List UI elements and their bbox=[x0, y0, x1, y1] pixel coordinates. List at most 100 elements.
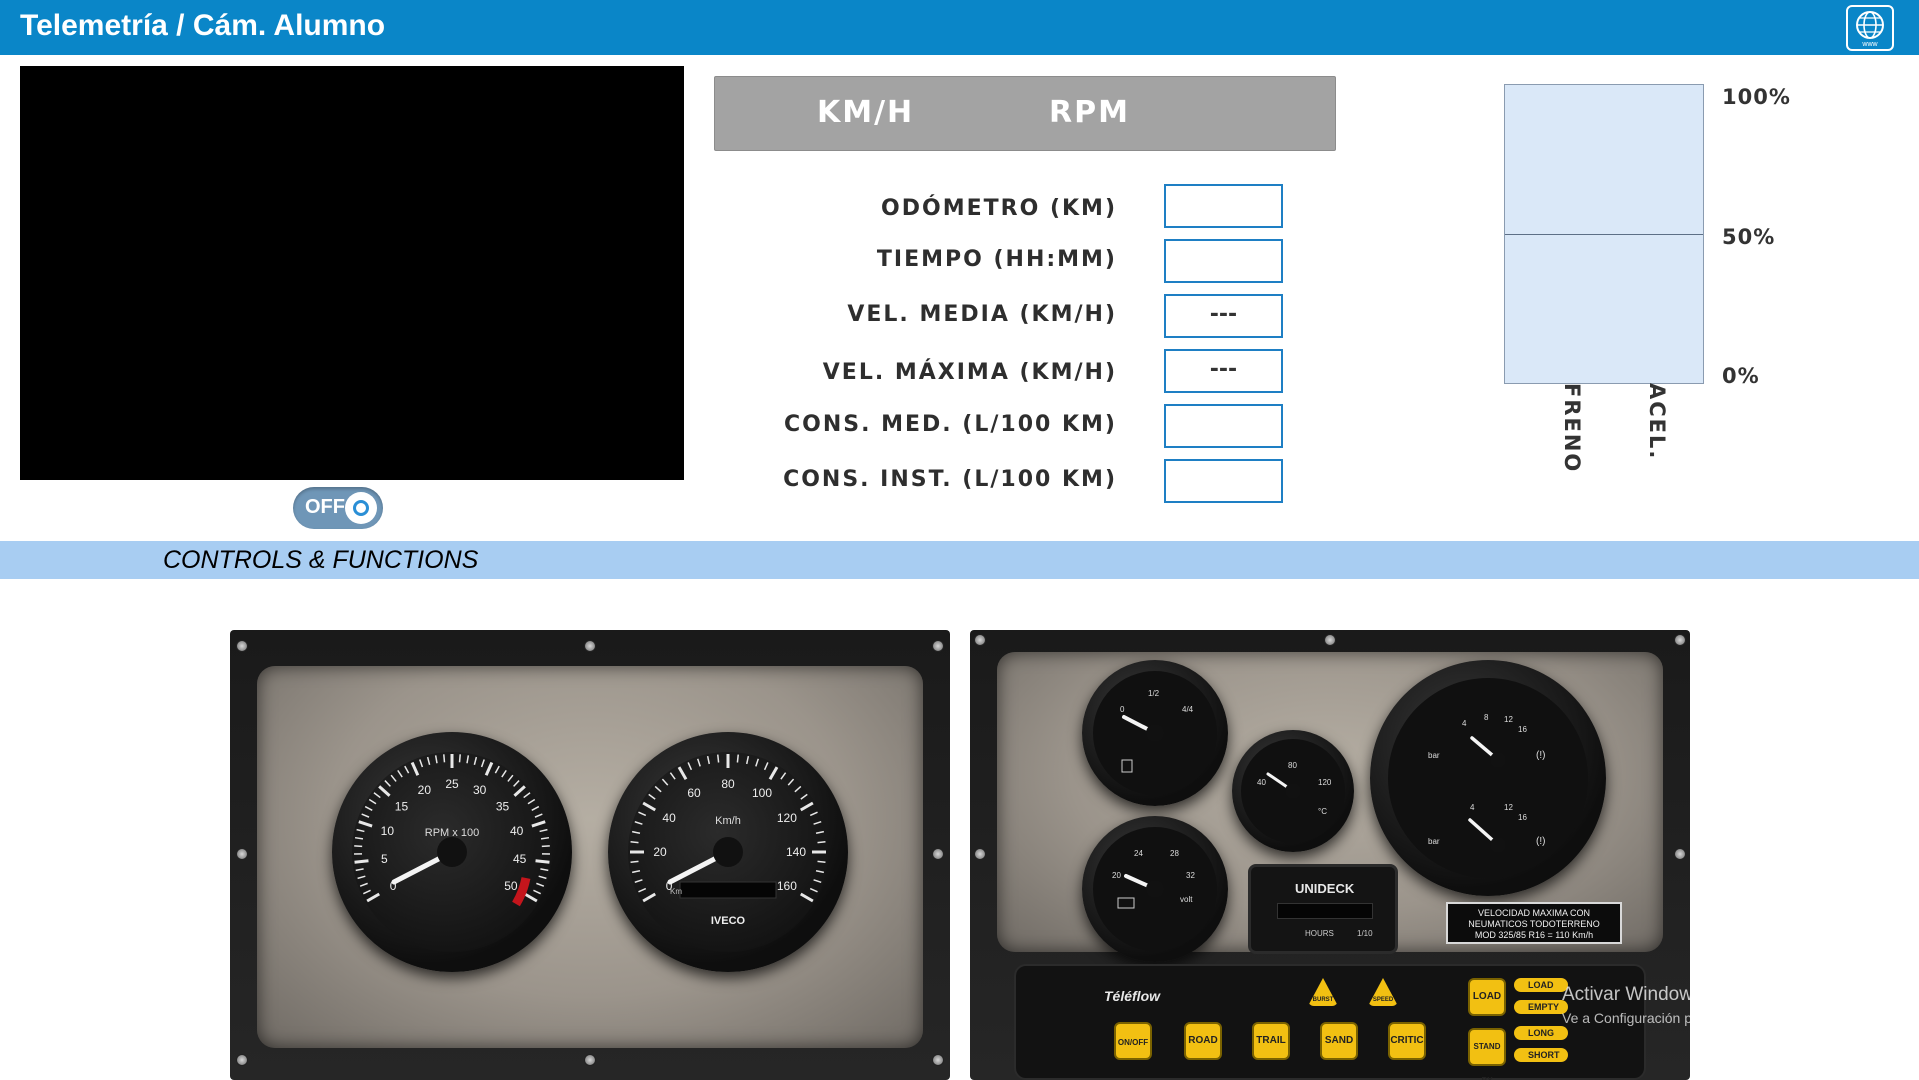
road-button[interactable]: ROAD bbox=[1184, 1022, 1222, 1060]
speedo-label: 40 bbox=[662, 811, 676, 825]
stand-by-button[interactable]: STAND BY bbox=[1468, 1028, 1506, 1080]
speedo-tick bbox=[669, 772, 676, 780]
pct-100-label: 100% bbox=[1722, 85, 1791, 109]
speedo-label: 100 bbox=[752, 786, 772, 800]
plate-line-2: NEUMATICOS TODOTERRENO bbox=[1468, 919, 1600, 929]
speedo-tick bbox=[763, 762, 769, 771]
speedo-tick bbox=[809, 811, 818, 817]
speedo-tick bbox=[800, 793, 808, 800]
speedo-brand: IVECO bbox=[711, 915, 746, 927]
speedo-tick bbox=[755, 758, 759, 767]
avg-speed-value: --- bbox=[1164, 294, 1283, 338]
tacho-tick bbox=[513, 780, 520, 787]
speedo-label: 160 bbox=[777, 879, 797, 893]
speedo-odo-label: Km bbox=[670, 887, 682, 896]
speedo-label: 60 bbox=[687, 786, 701, 800]
tacho-label: 35 bbox=[496, 799, 510, 813]
load-indicator: LOAD bbox=[1514, 978, 1568, 992]
speedo-tick bbox=[638, 811, 647, 817]
camera-toggle[interactable]: OFF bbox=[293, 487, 383, 529]
screw-icon bbox=[974, 848, 986, 860]
speedo-tick bbox=[706, 755, 711, 765]
tacho-tick bbox=[531, 805, 540, 811]
speedo-tick bbox=[661, 778, 669, 786]
tacho-tick bbox=[523, 892, 538, 903]
tacho-tick bbox=[527, 798, 536, 805]
speedo-label: 20 bbox=[653, 845, 667, 859]
speedo-unit-label: Km/h bbox=[715, 815, 741, 827]
temp-tick-120: 120 bbox=[1318, 778, 1332, 787]
fuel-gauge: 0 1/2 4/4 bbox=[1082, 660, 1228, 806]
tacho-label: 25 bbox=[445, 777, 459, 791]
tacho-tick bbox=[540, 868, 549, 872]
speedo-tick bbox=[697, 758, 701, 767]
tacho-tick bbox=[473, 756, 478, 766]
temp-tick-40: 40 bbox=[1257, 778, 1266, 787]
tacho-tick bbox=[358, 820, 373, 828]
speedo-tick bbox=[799, 892, 814, 903]
critic-button[interactable]: CRITIC bbox=[1388, 1022, 1426, 1060]
pressure-top-unit: bar bbox=[1428, 751, 1440, 760]
speed-warning-button[interactable]: SPEED bbox=[1368, 978, 1398, 1006]
time-label: TIEMPO (HH:MM) bbox=[876, 247, 1117, 272]
tacho-tick bbox=[366, 892, 381, 903]
screw-icon bbox=[932, 1054, 944, 1066]
tacho-tick bbox=[539, 828, 548, 833]
speedo-tick bbox=[631, 830, 641, 835]
globe-www-icon[interactable]: www bbox=[1846, 5, 1894, 51]
speedo-tick bbox=[642, 892, 657, 903]
screw-icon bbox=[1324, 634, 1336, 646]
trail-button[interactable]: TRAIL bbox=[1252, 1022, 1290, 1060]
speedo-tick bbox=[794, 785, 802, 793]
page-title: Telemetría / Cám. Alumno bbox=[20, 9, 386, 42]
volt-tick-28: 28 bbox=[1170, 849, 1179, 858]
tacho-tick bbox=[404, 765, 410, 774]
tacho-tick bbox=[373, 792, 381, 799]
speedo-tick bbox=[780, 772, 787, 780]
speedo-tick bbox=[736, 754, 739, 763]
plate-line-3: MOD 325/85 R16 = 110 Km/h bbox=[1474, 930, 1594, 940]
speedo-tick bbox=[799, 801, 814, 812]
hour-meter-hours-label: HOURS bbox=[1305, 929, 1334, 938]
empty-indicator: EMPTY bbox=[1514, 1000, 1568, 1014]
tacho-tick bbox=[531, 820, 546, 828]
hour-meter: UNIDECK HOURS 1/10 bbox=[1248, 864, 1398, 954]
tacho-tick bbox=[494, 765, 500, 774]
speedo-label: 80 bbox=[721, 777, 735, 791]
burst-warning-button[interactable]: BURST bbox=[1308, 978, 1338, 1006]
tacho-tick bbox=[359, 882, 368, 887]
pressure-top-tick-8: 8 bbox=[1484, 713, 1489, 722]
tacho-tick bbox=[434, 755, 438, 764]
screw-icon bbox=[584, 640, 596, 652]
hour-meter-display bbox=[1277, 903, 1373, 919]
speedo-tick bbox=[717, 754, 720, 763]
speedo-tick bbox=[630, 860, 639, 863]
speedo-tick bbox=[638, 887, 647, 893]
tacho-tick bbox=[356, 828, 365, 833]
brake-label: FRENO bbox=[1560, 383, 1584, 474]
on-off-button[interactable]: ON/OFF bbox=[1114, 1022, 1152, 1060]
tacho-label: 45 bbox=[513, 852, 527, 866]
tacho-tick bbox=[534, 813, 543, 818]
tacho-tick bbox=[466, 755, 470, 764]
dashboard-left-panel: RPM x 100 0 5 10 15 20 25 30 35 40 45 50 Km/h 0 20 4… bbox=[230, 630, 950, 1080]
tacho-tick bbox=[426, 756, 431, 766]
pressure-top-tick-12: 12 bbox=[1504, 715, 1513, 724]
temp-unit: °C bbox=[1318, 807, 1327, 816]
sand-button[interactable]: SAND bbox=[1320, 1022, 1358, 1060]
speedo-tick bbox=[813, 879, 822, 883]
speedo-tick bbox=[809, 887, 818, 893]
load-button[interactable]: LOAD bbox=[1468, 978, 1506, 1016]
pressure-gauge: 4 8 12 16 bar (!) 4 12 16 bar (!) bbox=[1370, 660, 1606, 896]
screw-icon bbox=[236, 848, 248, 860]
pressure-bottom-unit: bar bbox=[1428, 837, 1440, 846]
temp-tick-80: 80 bbox=[1288, 761, 1297, 770]
tacho-label: 10 bbox=[381, 824, 395, 838]
tacho-tick bbox=[363, 889, 371, 895]
screw-icon bbox=[932, 640, 944, 652]
tacho-tick bbox=[458, 754, 461, 763]
temp-gauge: 40 80 120 °C bbox=[1232, 730, 1354, 852]
tacho-label: 20 bbox=[418, 783, 432, 797]
screw-icon bbox=[974, 634, 986, 646]
globe-www-text: www bbox=[1861, 41, 1878, 48]
